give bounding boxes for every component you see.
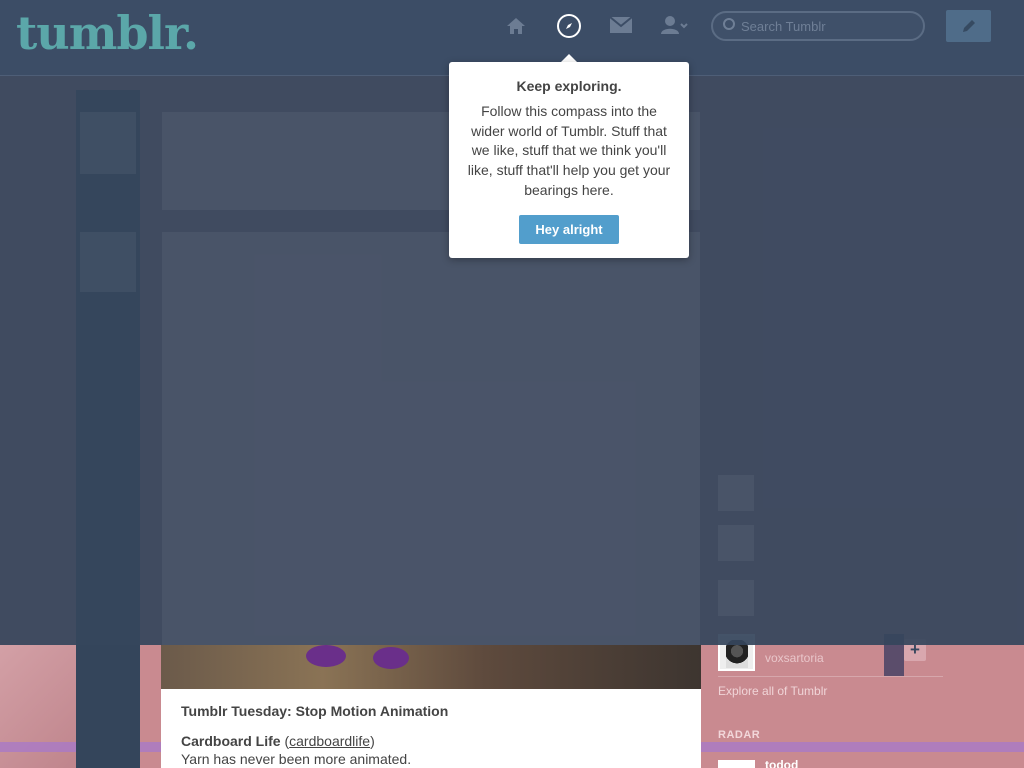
compass-icon[interactable] xyxy=(557,14,581,38)
recommended-blog-name[interactable]: voxsartoria xyxy=(765,651,824,665)
post-card-ghost xyxy=(162,232,700,645)
paren-close: ) xyxy=(370,733,375,749)
post-credit-link[interactable]: cardboardlife xyxy=(289,733,370,749)
dismiss-tooltip-button[interactable]: Hey alright xyxy=(519,214,619,244)
sidebar-avatar-ghost xyxy=(718,525,754,561)
radar-avatar[interactable] xyxy=(718,760,755,768)
post-credit: Cardboard Life (cardboardlife) xyxy=(181,733,681,749)
post-body: Tumblr Tuesday: Stop Motion Animation Ca… xyxy=(161,689,701,768)
sidebar-divider xyxy=(718,676,943,677)
yarn-ball xyxy=(373,647,409,669)
search-box[interactable] xyxy=(711,11,925,41)
yarn-ball xyxy=(306,645,346,667)
post-photo[interactable] xyxy=(161,645,701,689)
tooltip-title: Keep exploring. xyxy=(516,78,622,94)
explore-all-link[interactable]: Explore all of Tumblr xyxy=(718,684,827,698)
person-icon[interactable] xyxy=(660,14,690,40)
user-avatar-ghost xyxy=(80,112,136,174)
post-caption: Yarn has never been more animated. xyxy=(181,751,412,767)
tumblr-logo[interactable]: tumblr. xyxy=(16,6,199,60)
explore-tooltip: Keep exploring. Follow this compass into… xyxy=(449,62,689,258)
envelope-icon[interactable] xyxy=(608,14,634,40)
popover-arrow xyxy=(561,54,577,62)
search-input[interactable] xyxy=(741,15,911,37)
radar-blog-name[interactable]: todod xyxy=(765,758,798,768)
search-icon xyxy=(723,18,735,30)
compose-button[interactable] xyxy=(946,10,991,42)
sidebar-avatar-ghost xyxy=(718,475,754,511)
post-credit-name: Cardboard Life xyxy=(181,733,281,749)
pencil-icon xyxy=(962,20,975,32)
sidebar-avatar-ghost xyxy=(718,580,754,616)
tooltip-body: Follow this compass into the wider world… xyxy=(467,103,671,198)
blog-avatar-ghost xyxy=(80,232,136,292)
post-title: Tumblr Tuesday: Stop Motion Animation xyxy=(181,703,449,719)
radar-heading: RADAR xyxy=(718,729,761,741)
home-icon[interactable] xyxy=(503,14,529,40)
